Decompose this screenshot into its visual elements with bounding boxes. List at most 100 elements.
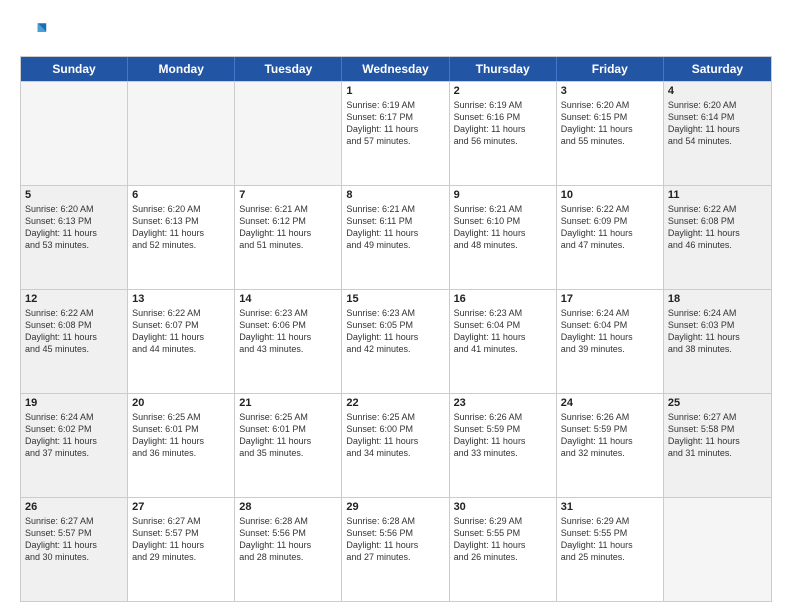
day-number: 8	[346, 189, 444, 201]
day-info: Sunrise: 6:19 AM Sunset: 6:17 PM Dayligh…	[346, 99, 444, 148]
day-info: Sunrise: 6:28 AM Sunset: 5:56 PM Dayligh…	[346, 515, 444, 564]
logo	[20, 18, 52, 46]
day-info: Sunrise: 6:22 AM Sunset: 6:08 PM Dayligh…	[25, 307, 123, 356]
page: SundayMondayTuesdayWednesdayThursdayFrid…	[0, 0, 792, 612]
cal-cell-29: 29Sunrise: 6:28 AM Sunset: 5:56 PM Dayli…	[342, 498, 449, 601]
day-number: 15	[346, 293, 444, 305]
cal-cell-9: 9 Sunrise: 6:21 AM Sunset: 6:10 PM Daylig…	[450, 186, 557, 289]
day-number: 22	[346, 397, 444, 409]
cal-week-row-4: 26 Sunrise: 6:27 AM Sunset: 5:57 PM Dayli…	[21, 497, 771, 601]
day-number: 1	[346, 85, 444, 97]
cal-cell-8: 8Sunrise: 6:21 AM Sunset: 6:11 PM Daylig…	[342, 186, 449, 289]
day-number: 14	[239, 293, 337, 305]
day-info: Sunrise: 6:24 AM Sunset: 6:03 PM Dayligh…	[668, 307, 767, 356]
day-number: 10	[561, 189, 659, 201]
day-number: 24	[561, 397, 659, 409]
header	[20, 18, 772, 46]
day-number: 12	[25, 293, 123, 305]
cal-cell-30: 30Sunrise: 6:29 AM Sunset: 5:55 PM Dayli…	[450, 498, 557, 601]
day-number: 27	[132, 501, 230, 513]
cal-cell-7: 7Sunrise: 6:21 AM Sunset: 6:12 PM Daylig…	[235, 186, 342, 289]
cal-week-row-1: 5Sunrise: 6:20 AM Sunset: 6:13 PM Daylig…	[21, 185, 771, 289]
day-number: 23	[454, 397, 552, 409]
day-info: Sunrise: 6:19 AM Sunset: 6:16 PM Dayligh…	[454, 99, 552, 148]
cal-cell-empty-0-0	[21, 82, 128, 185]
cal-cell-17: 17 Sunrise: 6:24 AM Sunset: 6:04 PM Dayli…	[557, 290, 664, 393]
day-info: Sunrise: 6:24 AM Sunset: 6:04 PM Dayligh…	[561, 307, 659, 356]
cal-cell-10: 10 Sunrise: 6:22 AM Sunset: 6:09 PM Dayli…	[557, 186, 664, 289]
day-number: 3	[561, 85, 659, 97]
cal-cell-26: 26 Sunrise: 6:27 AM Sunset: 5:57 PM Dayli…	[21, 498, 128, 601]
cal-cell-1: 1 Sunrise: 6:19 AM Sunset: 6:17 PM Daylig…	[342, 82, 449, 185]
day-number: 17	[561, 293, 659, 305]
day-info: Sunrise: 6:22 AM Sunset: 6:07 PM Dayligh…	[132, 307, 230, 356]
cal-header-cell-friday: Friday	[557, 57, 664, 81]
day-number: 19	[25, 397, 123, 409]
day-info: Sunrise: 6:25 AM Sunset: 6:01 PM Dayligh…	[132, 411, 230, 460]
day-info: Sunrise: 6:26 AM Sunset: 5:59 PM Dayligh…	[561, 411, 659, 460]
day-info: Sunrise: 6:27 AM Sunset: 5:57 PM Dayligh…	[132, 515, 230, 564]
day-info: Sunrise: 6:29 AM Sunset: 5:55 PM Dayligh…	[454, 515, 552, 564]
day-number: 28	[239, 501, 337, 513]
calendar: SundayMondayTuesdayWednesdayThursdayFrid…	[20, 56, 772, 602]
cal-header-cell-monday: Monday	[128, 57, 235, 81]
day-number: 4	[668, 85, 767, 97]
day-number: 16	[454, 293, 552, 305]
cal-cell-28: 28Sunrise: 6:28 AM Sunset: 5:56 PM Dayli…	[235, 498, 342, 601]
day-number: 9	[454, 189, 552, 201]
day-info: Sunrise: 6:23 AM Sunset: 6:04 PM Dayligh…	[454, 307, 552, 356]
day-number: 11	[668, 189, 767, 201]
day-info: Sunrise: 6:24 AM Sunset: 6:02 PM Dayligh…	[25, 411, 123, 460]
cal-header-cell-wednesday: Wednesday	[342, 57, 449, 81]
day-number: 7	[239, 189, 337, 201]
day-number: 20	[132, 397, 230, 409]
cal-header-cell-sunday: Sunday	[21, 57, 128, 81]
day-number: 18	[668, 293, 767, 305]
cal-cell-23: 23 Sunrise: 6:26 AM Sunset: 5:59 PM Dayli…	[450, 394, 557, 497]
day-info: Sunrise: 6:20 AM Sunset: 6:14 PM Dayligh…	[668, 99, 767, 148]
day-info: Sunrise: 6:22 AM Sunset: 6:08 PM Dayligh…	[668, 203, 767, 252]
day-number: 26	[25, 501, 123, 513]
cal-cell-empty-0-2	[235, 82, 342, 185]
cal-week-row-2: 12 Sunrise: 6:22 AM Sunset: 6:08 PM Dayli…	[21, 289, 771, 393]
day-number: 25	[668, 397, 767, 409]
day-number: 13	[132, 293, 230, 305]
cal-cell-empty-4-6	[664, 498, 771, 601]
day-info: Sunrise: 6:26 AM Sunset: 5:59 PM Dayligh…	[454, 411, 552, 460]
day-number: 31	[561, 501, 659, 513]
cal-cell-22: 22 Sunrise: 6:25 AM Sunset: 6:00 PM Dayli…	[342, 394, 449, 497]
day-info: Sunrise: 6:27 AM Sunset: 5:57 PM Dayligh…	[25, 515, 123, 564]
logo-icon	[20, 18, 48, 46]
cal-cell-4: 4 Sunrise: 6:20 AM Sunset: 6:14 PM Daylig…	[664, 82, 771, 185]
cal-cell-24: 24 Sunrise: 6:26 AM Sunset: 5:59 PM Dayli…	[557, 394, 664, 497]
cal-cell-11: 11 Sunrise: 6:22 AM Sunset: 6:08 PM Dayli…	[664, 186, 771, 289]
calendar-body: 1 Sunrise: 6:19 AM Sunset: 6:17 PM Daylig…	[21, 81, 771, 601]
cal-cell-25: 25Sunrise: 6:27 AM Sunset: 5:58 PM Dayli…	[664, 394, 771, 497]
day-info: Sunrise: 6:23 AM Sunset: 6:05 PM Dayligh…	[346, 307, 444, 356]
cal-cell-27: 27 Sunrise: 6:27 AM Sunset: 5:57 PM Dayli…	[128, 498, 235, 601]
day-info: Sunrise: 6:20 AM Sunset: 6:13 PM Dayligh…	[132, 203, 230, 252]
day-info: Sunrise: 6:20 AM Sunset: 6:13 PM Dayligh…	[25, 203, 123, 252]
cal-week-row-0: 1 Sunrise: 6:19 AM Sunset: 6:17 PM Daylig…	[21, 81, 771, 185]
day-number: 6	[132, 189, 230, 201]
day-info: Sunrise: 6:21 AM Sunset: 6:10 PM Dayligh…	[454, 203, 552, 252]
day-number: 21	[239, 397, 337, 409]
cal-cell-14: 14 Sunrise: 6:23 AM Sunset: 6:06 PM Dayli…	[235, 290, 342, 393]
cal-week-row-3: 19 Sunrise: 6:24 AM Sunset: 6:02 PM Dayli…	[21, 393, 771, 497]
cal-cell-16: 16 Sunrise: 6:23 AM Sunset: 6:04 PM Dayli…	[450, 290, 557, 393]
cal-cell-5: 5Sunrise: 6:20 AM Sunset: 6:13 PM Daylig…	[21, 186, 128, 289]
cal-header-cell-saturday: Saturday	[664, 57, 771, 81]
cal-cell-18: 18 Sunrise: 6:24 AM Sunset: 6:03 PM Dayli…	[664, 290, 771, 393]
day-info: Sunrise: 6:29 AM Sunset: 5:55 PM Dayligh…	[561, 515, 659, 564]
cal-cell-6: 6 Sunrise: 6:20 AM Sunset: 6:13 PM Daylig…	[128, 186, 235, 289]
day-info: Sunrise: 6:25 AM Sunset: 6:01 PM Dayligh…	[239, 411, 337, 460]
day-info: Sunrise: 6:22 AM Sunset: 6:09 PM Dayligh…	[561, 203, 659, 252]
cal-cell-empty-0-1	[128, 82, 235, 185]
calendar-header-row: SundayMondayTuesdayWednesdayThursdayFrid…	[21, 57, 771, 81]
cal-cell-12: 12 Sunrise: 6:22 AM Sunset: 6:08 PM Dayli…	[21, 290, 128, 393]
cal-cell-13: 13 Sunrise: 6:22 AM Sunset: 6:07 PM Dayli…	[128, 290, 235, 393]
day-info: Sunrise: 6:25 AM Sunset: 6:00 PM Dayligh…	[346, 411, 444, 460]
cal-header-cell-thursday: Thursday	[450, 57, 557, 81]
cal-cell-31: 31 Sunrise: 6:29 AM Sunset: 5:55 PM Dayli…	[557, 498, 664, 601]
day-info: Sunrise: 6:23 AM Sunset: 6:06 PM Dayligh…	[239, 307, 337, 356]
